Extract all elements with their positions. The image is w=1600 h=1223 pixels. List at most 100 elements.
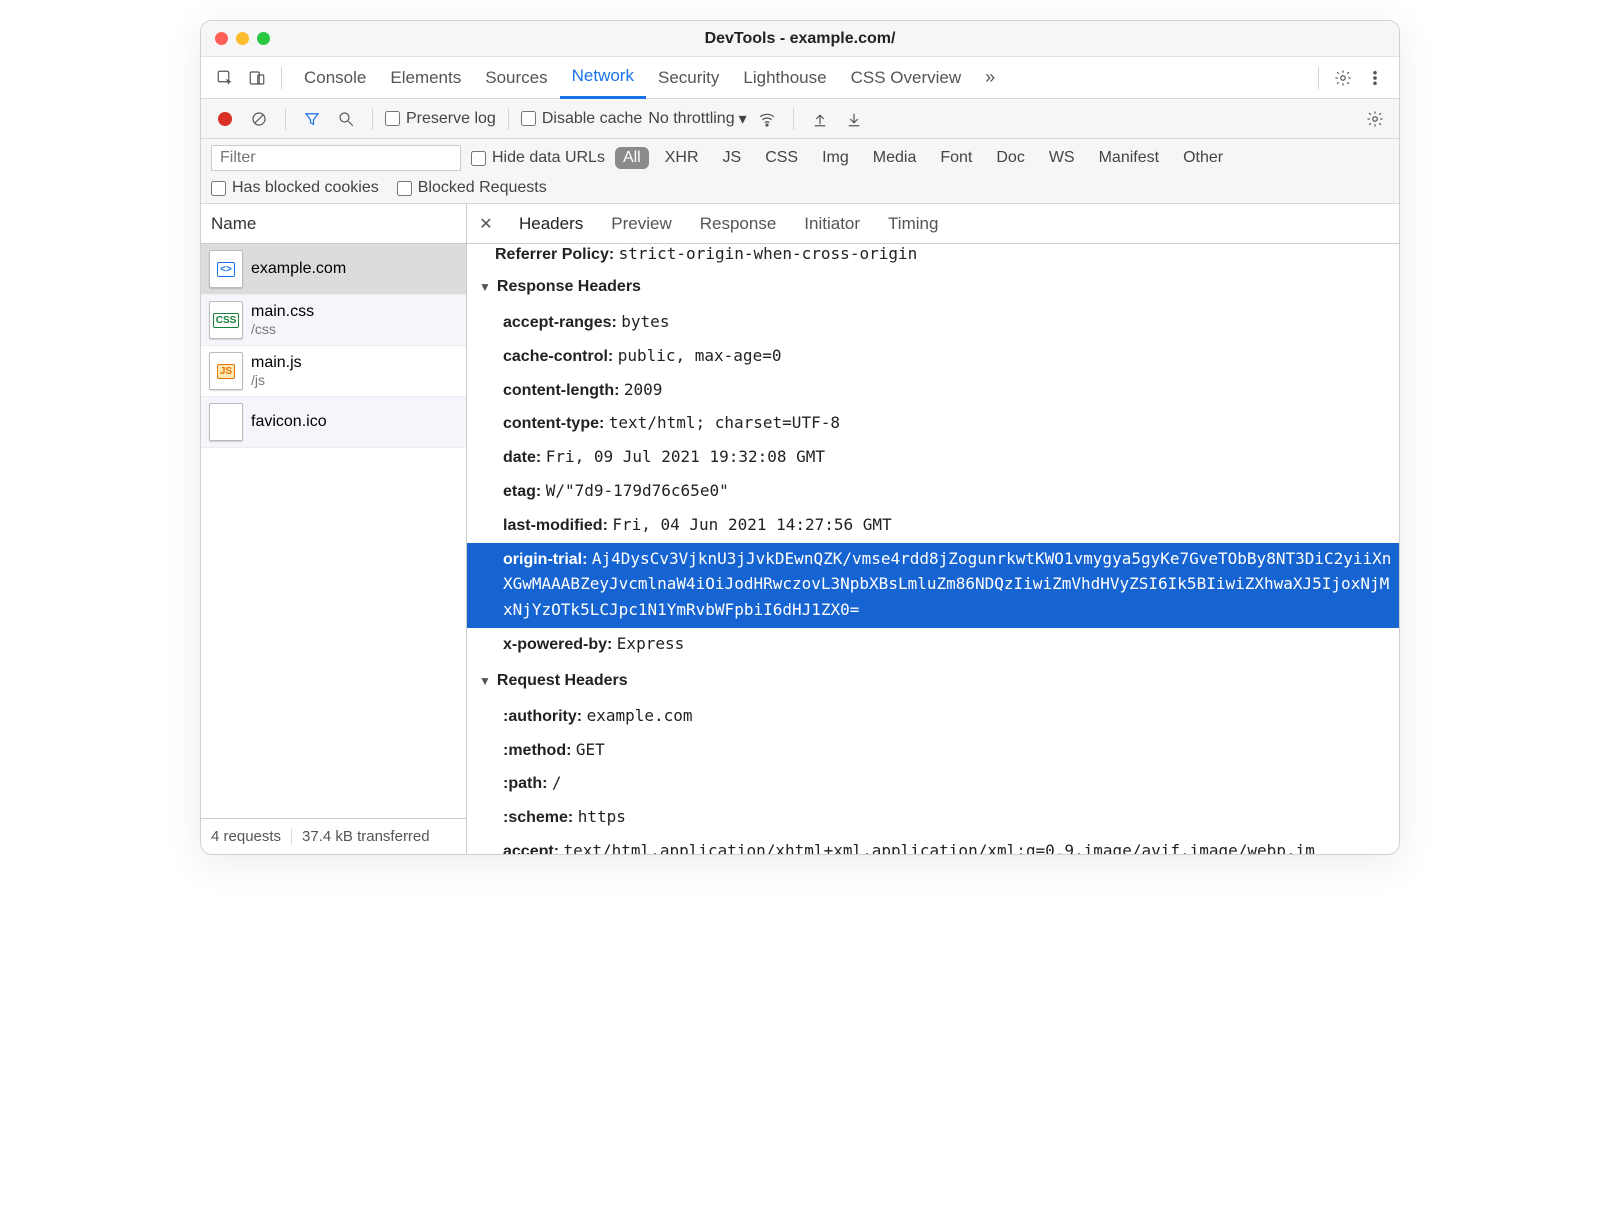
download-har-icon[interactable] [840, 105, 868, 133]
settings-gear-icon[interactable] [1329, 64, 1357, 92]
panel-settings-gear-icon[interactable] [1361, 105, 1389, 133]
header-value: 2009 [624, 380, 663, 399]
tab-console[interactable]: Console [292, 57, 378, 99]
response-header-row[interactable]: x-powered-by: Express [467, 628, 1399, 662]
response-header-row[interactable]: last-modified: Fri, 04 Jun 2021 14:27:56… [467, 509, 1399, 543]
request-row[interactable]: <>example.com [201, 244, 466, 295]
response-header-row[interactable]: date: Fri, 09 Jul 2021 19:32:08 GMT [467, 441, 1399, 475]
kebab-menu-icon[interactable] [1361, 64, 1389, 92]
details-panel: ✕ HeadersPreviewResponseInitiatorTiming … [467, 204, 1399, 854]
request-name: main.js [251, 354, 302, 372]
header-value: text/html; charset=UTF-8 [609, 413, 840, 432]
type-filter-other[interactable]: Other [1175, 147, 1231, 169]
throttling-select[interactable]: No throttling ▾ [648, 109, 746, 129]
tab-css-overview[interactable]: CSS Overview [839, 57, 974, 99]
referrer-policy-label: Referrer Policy: [495, 246, 614, 263]
window-title: DevTools - example.com/ [201, 30, 1399, 48]
close-details-button[interactable]: ✕ [471, 214, 501, 234]
request-header-row[interactable]: :path: / [467, 767, 1399, 801]
response-header-row[interactable]: etag: W/"7d9-179d76c65e0" [467, 475, 1399, 509]
type-filter-font[interactable]: Font [932, 147, 980, 169]
upload-har-icon[interactable] [806, 105, 834, 133]
detail-tab-initiator[interactable]: Initiator [790, 204, 874, 244]
filter-toggle-icon[interactable] [298, 105, 326, 133]
clear-button[interactable] [245, 105, 273, 133]
tab-network[interactable]: Network [560, 57, 646, 99]
header-value: public, max-age=0 [618, 346, 782, 365]
network-conditions-icon[interactable] [753, 105, 781, 133]
type-filter-ws[interactable]: WS [1041, 147, 1083, 169]
filter-input[interactable] [211, 145, 461, 171]
hide-data-urls-label: Hide data URLs [492, 149, 605, 167]
request-row[interactable]: CSSmain.css/css [201, 295, 466, 346]
tab-sources[interactable]: Sources [473, 57, 559, 99]
hide-data-urls-checkbox[interactable]: Hide data URLs [471, 149, 605, 167]
details-body[interactable]: Referrer Policy: strict-origin-when-cros… [467, 244, 1399, 854]
tabs-overflow-button[interactable]: » [977, 67, 1003, 88]
type-filter-img[interactable]: Img [814, 147, 857, 169]
detail-tab-preview[interactable]: Preview [597, 204, 685, 244]
js-file-icon: JS [209, 352, 243, 390]
request-headers-title: Request Headers [497, 672, 628, 690]
header-value: Aj4DysCv3VjknU3jJvkDEwnQZK/vmse4rdd8jZog… [503, 549, 1391, 620]
request-headers-toggle[interactable]: ▼ Request Headers [467, 662, 1399, 700]
body-split: Name <>example.comCSSmain.css/css JS main.… [201, 204, 1399, 854]
tab-lighthouse[interactable]: Lighthouse [731, 57, 838, 99]
response-header-row[interactable]: content-type: text/html; charset=UTF-8 [467, 407, 1399, 441]
disable-cache-checkbox[interactable]: Disable cache [521, 110, 643, 128]
inspect-element-icon[interactable] [211, 64, 239, 92]
request-name: favicon.ico [251, 413, 327, 431]
device-toggle-icon[interactable] [243, 64, 271, 92]
header-value: Express [617, 634, 684, 653]
request-header-row[interactable]: :method: GET [467, 734, 1399, 768]
type-filter-js[interactable]: JS [715, 147, 750, 169]
search-icon[interactable] [332, 105, 360, 133]
header-key: origin-trial: [503, 551, 587, 568]
has-blocked-cookies-checkbox[interactable]: Has blocked cookies [211, 179, 379, 197]
response-header-row[interactable]: cache-control: public, max-age=0 [467, 340, 1399, 374]
header-value: text/html,application/xhtml+xml,applicat… [563, 841, 1314, 854]
requests-panel: Name <>example.comCSSmain.css/css JS main.… [201, 204, 467, 854]
type-filter-media[interactable]: Media [865, 147, 925, 169]
preserve-log-checkbox[interactable]: Preserve log [385, 110, 496, 128]
minimize-window-button[interactable] [236, 32, 249, 45]
response-header-row[interactable]: accept-ranges: bytes [467, 306, 1399, 340]
maximize-window-button[interactable] [257, 32, 270, 45]
preserve-log-label: Preserve log [406, 110, 496, 128]
response-headers-toggle[interactable]: ▼ Response Headers [467, 268, 1399, 306]
type-filter-css[interactable]: CSS [757, 147, 806, 169]
tab-elements[interactable]: Elements [378, 57, 473, 99]
referrer-policy-value: strict-origin-when-cross-origin [619, 244, 918, 263]
response-headers-title: Response Headers [497, 278, 641, 296]
response-header-row[interactable]: content-length: 2009 [467, 374, 1399, 408]
header-value: GET [576, 740, 605, 759]
header-key: accept-ranges: [503, 314, 617, 331]
header-key: :path: [503, 775, 547, 792]
divider [372, 108, 373, 130]
detail-tab-timing[interactable]: Timing [874, 204, 952, 244]
request-path: /css [251, 321, 314, 337]
close-window-button[interactable] [215, 32, 228, 45]
header-key: :authority: [503, 708, 582, 725]
response-header-row[interactable]: origin-trial: Aj4DysCv3VjknU3jJvkDEwnQZK… [467, 543, 1399, 628]
tab-security[interactable]: Security [646, 57, 731, 99]
blocked-requests-checkbox[interactable]: Blocked Requests [397, 179, 547, 197]
record-button[interactable] [211, 105, 239, 133]
detail-tab-response[interactable]: Response [686, 204, 791, 244]
type-filter-all[interactable]: All [615, 147, 649, 169]
status-transfer: 37.4 kB transferred [291, 828, 440, 845]
status-bar: 4 requests 37.4 kB transferred [201, 818, 466, 854]
request-header-row[interactable]: :authority: example.com [467, 700, 1399, 734]
request-header-row[interactable]: accept: text/html,application/xhtml+xml,… [467, 835, 1399, 854]
type-filter-xhr[interactable]: XHR [657, 147, 707, 169]
request-header-row[interactable]: :scheme: https [467, 801, 1399, 835]
type-filter-doc[interactable]: Doc [988, 147, 1032, 169]
detail-tab-headers[interactable]: Headers [505, 204, 597, 244]
css-file-icon: CSS [209, 301, 243, 339]
request-row[interactable]: JS main.js/js [201, 346, 466, 397]
request-path: /js [251, 372, 302, 388]
type-filter-manifest[interactable]: Manifest [1091, 147, 1167, 169]
request-row[interactable]: favicon.ico [201, 397, 466, 448]
name-column-header[interactable]: Name [201, 204, 466, 244]
network-toolbar: Preserve log Disable cache No throttling… [201, 99, 1399, 139]
